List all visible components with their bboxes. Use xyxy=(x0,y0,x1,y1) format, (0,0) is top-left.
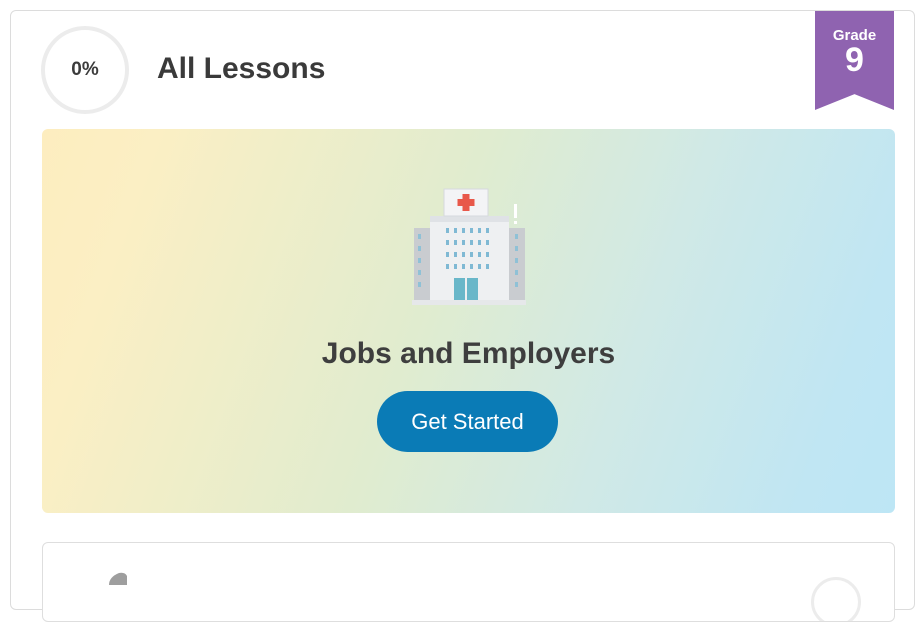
page-title: All Lessons xyxy=(157,52,326,85)
get-started-button[interactable]: Get Started xyxy=(377,391,558,452)
lesson-progress-ring xyxy=(811,577,861,621)
grade-badge: Grade 9 xyxy=(815,11,894,110)
partial-lesson-icon xyxy=(109,572,127,585)
progress-percent: 0% xyxy=(71,59,99,80)
progress-ring: 0% xyxy=(41,26,129,114)
featured-lesson-title: Jobs and Employers xyxy=(321,337,616,370)
grade-badge-number: 9 xyxy=(845,41,864,79)
featured-lesson-card: Jobs and Employers Get Started xyxy=(42,129,895,513)
next-lesson-card[interactable] xyxy=(42,542,895,622)
lessons-panel: 0% All Lessons Grade 9 Jobs and Employer… xyxy=(10,10,915,622)
hospital-building-icon xyxy=(412,188,526,305)
